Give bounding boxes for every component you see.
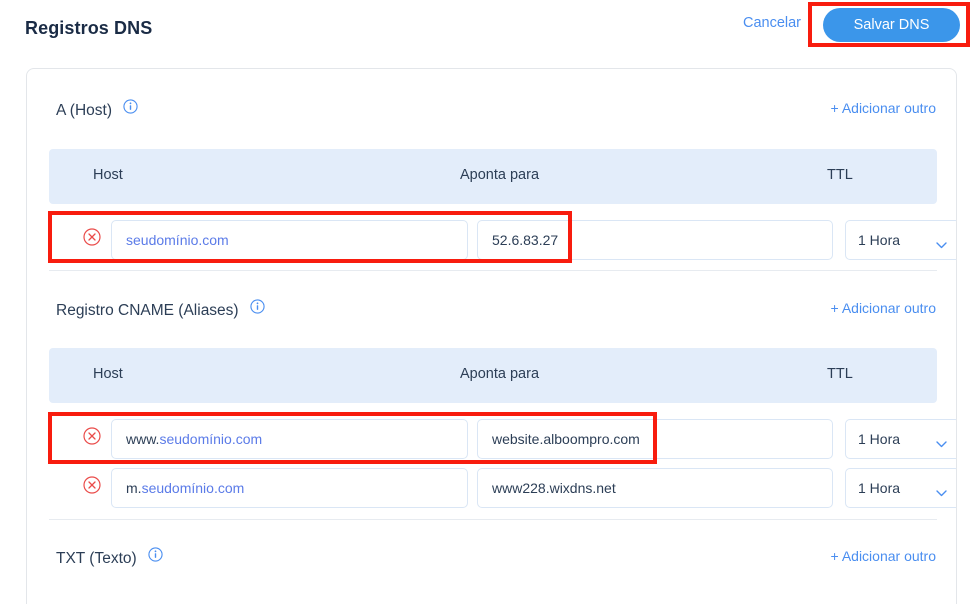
ttl-dropdown[interactable]: 1 Hora <box>845 468 956 508</box>
ttl-dropdown[interactable]: 1 Hora <box>845 419 956 459</box>
section-title-a-host-label: A (Host) <box>56 102 112 119</box>
section-header-a-host: A (Host) + Adicionar outro <box>27 99 956 129</box>
section-header-cname: Registro CNAME (Aliases) + Adicionar out… <box>27 299 956 329</box>
dns-records-card: A (Host) + Adicionar outro Host Aponta p… <box>26 68 957 604</box>
circle-x-icon[interactable] <box>83 476 101 494</box>
column-header-host: Host <box>93 366 123 382</box>
circle-x-icon[interactable] <box>83 427 101 445</box>
ttl-dropdown-value: 1 Hora <box>858 480 901 496</box>
host-input-prefix: m. <box>126 480 142 496</box>
table-row: seudomínio.com 52.6.83.27 1 Hora <box>27 217 956 263</box>
points-to-input[interactable]: 52.6.83.27 <box>477 220 833 260</box>
dns-records-page: Registros DNS Cancelar Salvar DNS A (Hos… <box>0 0 972 604</box>
section-title-cname-label: Registro CNAME (Aliases) <box>56 302 239 319</box>
save-dns-button[interactable]: Salvar DNS <box>823 8 960 42</box>
table-row: www. seudomínio.com website.alboompro.com… <box>27 416 956 462</box>
column-header-host: Host <box>93 167 123 183</box>
ttl-dropdown-value: 1 Hora <box>858 431 901 447</box>
host-input[interactable]: seudomínio.com <box>111 220 468 260</box>
ttl-dropdown-value: 1 Hora <box>858 232 901 248</box>
host-input-prefix: www. <box>126 431 160 447</box>
chevron-down-icon <box>936 484 947 497</box>
host-input-domain: seudomínio.com <box>159 431 263 447</box>
section-title-txt-label: TXT (Texto) <box>56 550 137 567</box>
add-another-txt-record-link[interactable]: + Adicionar outro <box>831 548 936 564</box>
section-header-txt: TXT (Texto) + Adicionar outro <box>27 547 956 577</box>
chevron-down-icon <box>936 236 947 249</box>
section-title-a-host: A (Host) <box>56 99 138 120</box>
add-another-a-record-link[interactable]: + Adicionar outro <box>831 100 936 116</box>
column-header-ttl: TTL <box>827 366 853 382</box>
points-to-input[interactable]: website.alboompro.com <box>477 419 833 459</box>
info-circle-icon[interactable] <box>123 99 138 114</box>
points-to-input[interactable]: www228.wixdns.net <box>477 468 833 508</box>
table-header-a-host: Host Aponta para TTL <box>49 149 937 204</box>
section-divider <box>49 270 937 271</box>
host-input[interactable]: www. seudomínio.com <box>111 419 468 459</box>
column-header-points-to: Aponta para <box>460 366 540 382</box>
section-title-txt: TXT (Texto) <box>56 547 163 568</box>
host-input-domain: seudomínio.com <box>141 480 245 496</box>
info-circle-icon[interactable] <box>250 299 265 314</box>
page-title: Registros DNS <box>25 18 153 38</box>
add-another-cname-record-link[interactable]: + Adicionar outro <box>831 300 936 316</box>
circle-x-icon[interactable] <box>83 228 101 246</box>
section-title-cname: Registro CNAME (Aliases) <box>56 299 265 320</box>
section-divider <box>49 519 937 520</box>
column-header-ttl: TTL <box>827 167 853 183</box>
chevron-down-icon <box>936 435 947 448</box>
host-input-domain: seudomínio.com <box>126 232 229 248</box>
page-header: Registros DNS Cancelar Salvar DNS <box>0 0 972 58</box>
host-input[interactable]: m. seudomínio.com <box>111 468 468 508</box>
table-header-cname: Host Aponta para TTL <box>49 348 937 403</box>
cancel-button[interactable]: Cancelar <box>743 15 801 31</box>
ttl-dropdown[interactable]: 1 Hora <box>845 220 956 260</box>
column-header-points-to: Aponta para <box>460 167 540 183</box>
table-row: m. seudomínio.com www228.wixdns.net 1 Hor… <box>27 465 956 511</box>
info-circle-icon[interactable] <box>148 547 163 562</box>
